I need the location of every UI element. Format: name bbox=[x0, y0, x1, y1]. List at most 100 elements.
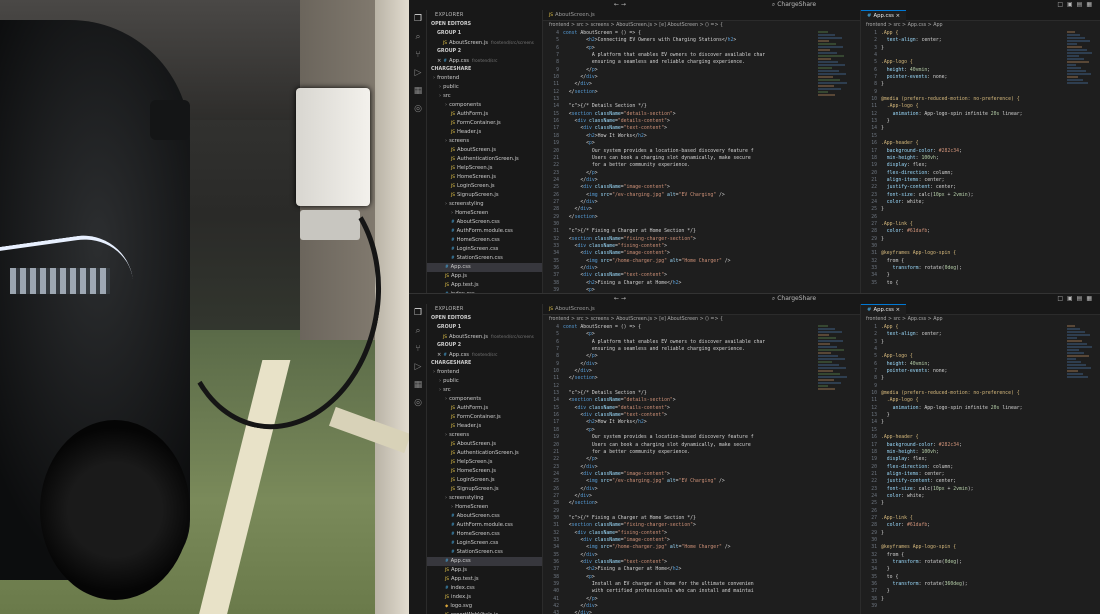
tree-item[interactable]: JS AboutScreen.js bbox=[427, 146, 542, 155]
command-center[interactable]: ⌕ ChargeShare bbox=[739, 295, 849, 303]
tree-item[interactable]: JS App.test.js bbox=[427, 575, 542, 584]
search-icon[interactable]: ⌕ bbox=[409, 322, 427, 340]
project-header[interactable]: CHARGESHARE bbox=[427, 65, 542, 74]
tree-item[interactable]: JS AuthenticationScreen.js bbox=[427, 155, 542, 164]
tree-item[interactable]: # HomeScreen.css bbox=[427, 236, 542, 245]
tree-item[interactable]: JS SignupScreen.js bbox=[427, 191, 542, 200]
code-line: @keyframes App-logo-spin { bbox=[881, 251, 957, 257]
history-nav[interactable]: ← → bbox=[614, 295, 626, 302]
tree-item[interactable]: › HomeScreen bbox=[427, 209, 542, 218]
close-icon[interactable]: × bbox=[437, 58, 441, 64]
code-pane-about-screen[interactable]: 4 5 6 7 8 9 10 11 12 13 14 15 16 17 18 19 20 21 22 23 24 25 26… bbox=[543, 30, 815, 293]
tree-item[interactable]: # AuthForm.module.css bbox=[427, 521, 542, 530]
tree-item[interactable]: # StationScreen.css bbox=[427, 254, 542, 263]
code-pane-app-css[interactable]: 1 2 3 4 5 6 7 8 9 10 11 12 13 14 15 16 17 18 19 20 21 22 23 24 2… bbox=[861, 30, 1061, 293]
search-icon[interactable]: ⌕ bbox=[409, 28, 427, 46]
tree-item[interactable]: JS AuthForm.js bbox=[427, 110, 542, 119]
tree-item[interactable]: JS SignupScreen.js bbox=[427, 485, 542, 494]
tree-item[interactable]: JS HomeScreen.js bbox=[427, 173, 542, 182]
minimap-right[interactable] bbox=[1064, 324, 1100, 614]
close-icon[interactable]: × bbox=[894, 307, 900, 313]
tree-item[interactable]: › screens bbox=[427, 137, 542, 146]
minimap-left[interactable] bbox=[815, 30, 851, 293]
close-icon[interactable]: × bbox=[894, 13, 900, 19]
run-debug-icon[interactable]: ▷ bbox=[409, 358, 427, 376]
tree-item[interactable]: #index.css bbox=[427, 584, 542, 593]
tree-item[interactable]: # StationScreen.css bbox=[427, 548, 542, 557]
extensions-icon[interactable]: ▦ bbox=[409, 376, 427, 394]
layout-controls[interactable]: □▣▤▦ bbox=[1057, 295, 1096, 302]
tab-app-css[interactable]: # App.css × bbox=[861, 304, 907, 315]
tree-item[interactable]: JS HelpScreen.js bbox=[427, 458, 542, 467]
tree-item[interactable]: › screenstyling bbox=[427, 494, 542, 503]
code-line: font-size: calc(10px + 2vmin); bbox=[886, 486, 974, 492]
files-icon[interactable]: ❐ bbox=[409, 10, 427, 28]
tree-item[interactable]: › screens bbox=[427, 431, 542, 440]
project-header[interactable]: CHARGESHARE bbox=[427, 359, 542, 368]
tree-item[interactable]: › HomeScreen bbox=[427, 503, 542, 512]
tree-item[interactable]: › public bbox=[427, 377, 542, 386]
tree-item[interactable]: JS HomeScreen.js bbox=[427, 467, 542, 476]
tree-item[interactable]: JS App.test.js bbox=[427, 281, 542, 290]
close-icon[interactable]: × bbox=[437, 352, 441, 358]
code-line: <div className="fixing-content"> bbox=[563, 243, 668, 249]
tree-item[interactable]: # HomeScreen.css bbox=[427, 530, 542, 539]
tree-item[interactable]: JS index.js bbox=[427, 593, 542, 602]
source-control-icon[interactable]: ⑂ bbox=[409, 46, 427, 64]
tree-item[interactable]: # LoginScreen.css bbox=[427, 539, 542, 548]
tree-item[interactable]: # AboutScreen.css bbox=[427, 512, 542, 521]
tree-item[interactable]: › src bbox=[427, 386, 542, 395]
tree-item[interactable]: JS AboutScreen.js bbox=[427, 440, 542, 449]
tree-item[interactable]: › frontend bbox=[427, 368, 542, 377]
tree-item[interactable]: # App.css bbox=[427, 263, 542, 272]
command-center[interactable]: ⌕ ChargeShare bbox=[739, 1, 849, 9]
open-editor-item[interactable]: JS AboutScreen.js frontend/src/screens bbox=[427, 38, 542, 47]
tree-item[interactable]: # LoginScreen.css bbox=[427, 245, 542, 254]
code-line: <h2>How It Works</h2> bbox=[563, 133, 647, 139]
layout-controls[interactable]: □▣▤▦ bbox=[1057, 1, 1096, 8]
tree-item[interactable]: # AuthForm.module.css bbox=[427, 227, 542, 236]
tab-app-css[interactable]: # App.css × bbox=[861, 10, 907, 21]
run-debug-icon[interactable]: ▷ bbox=[409, 64, 427, 82]
tree-item[interactable]: JS HelpScreen.js bbox=[427, 164, 542, 173]
tree-item[interactable]: › components bbox=[427, 395, 542, 404]
tree-item[interactable]: JS AuthForm.js bbox=[427, 404, 542, 413]
open-editor-item[interactable]: × # App.css frontend/src bbox=[427, 56, 542, 65]
tree-item[interactable]: › frontend bbox=[427, 74, 542, 83]
open-editors-header[interactable]: OPEN EDITORS bbox=[427, 314, 542, 323]
tree-item[interactable]: JS FormContainer.js bbox=[427, 119, 542, 128]
tree-item[interactable]: JS AuthenticationScreen.js bbox=[427, 449, 542, 458]
open-editor-item[interactable]: JS AboutScreen.js frontend/src/screens bbox=[427, 332, 542, 341]
tree-item[interactable]: JS App.js bbox=[427, 566, 542, 575]
code-pane-about-screen[interactable]: 4 5 6 7 8 9 10 11 12 13 14 15 16 17 18 19 20 21 22 23 24 25 26… bbox=[543, 324, 815, 614]
extensions-icon[interactable]: ▦ bbox=[409, 82, 427, 100]
history-nav[interactable]: ← → bbox=[614, 1, 626, 8]
tree-item[interactable]: JS Header.js bbox=[427, 422, 542, 431]
files-icon[interactable]: ❐ bbox=[409, 304, 427, 322]
source-control-icon[interactable]: ⑂ bbox=[409, 340, 427, 358]
minimap-right[interactable] bbox=[1064, 30, 1100, 293]
tree-item[interactable]: › src bbox=[427, 92, 542, 101]
tree-item[interactable]: JS FormContainer.js bbox=[427, 413, 542, 422]
tree-item[interactable]: JS LoginScreen.js bbox=[427, 182, 542, 191]
tree-item[interactable]: # App.css bbox=[427, 557, 542, 566]
tree-item[interactable]: # AboutScreen.css bbox=[427, 218, 542, 227]
minimap-left[interactable] bbox=[815, 324, 851, 614]
tree-item-label: AboutScreen.css bbox=[456, 219, 500, 225]
tree-item[interactable]: JS LoginScreen.js bbox=[427, 476, 542, 485]
tree-item[interactable]: JS Header.js bbox=[427, 128, 542, 137]
tab-about-screen[interactable]: JS AboutScreen.js bbox=[543, 10, 601, 21]
tree-item[interactable]: › public bbox=[427, 83, 542, 92]
tree-item[interactable]: JS App.js bbox=[427, 272, 542, 281]
tree-item[interactable]: ◆ logo.svg bbox=[427, 602, 542, 611]
code-line: justify-content: center; bbox=[886, 185, 957, 191]
js-file-icon: JS bbox=[451, 415, 455, 420]
tree-item[interactable]: › components bbox=[427, 101, 542, 110]
tab-about-screen[interactable]: JS AboutScreen.js bbox=[543, 304, 601, 315]
open-editor-item[interactable]: × # App.css frontend/src bbox=[427, 350, 542, 359]
open-editors-header[interactable]: OPEN EDITORS bbox=[427, 20, 542, 29]
remote-icon[interactable]: ◎ bbox=[409, 100, 427, 118]
code-pane-app-css[interactable]: 1 2 3 4 5 6 7 8 9 10 11 12 13 14 15 16 17 18 19 20 21 22 23 24 2… bbox=[861, 324, 1061, 614]
remote-icon[interactable]: ◎ bbox=[409, 394, 427, 412]
tree-item[interactable]: › screenstyling bbox=[427, 200, 542, 209]
